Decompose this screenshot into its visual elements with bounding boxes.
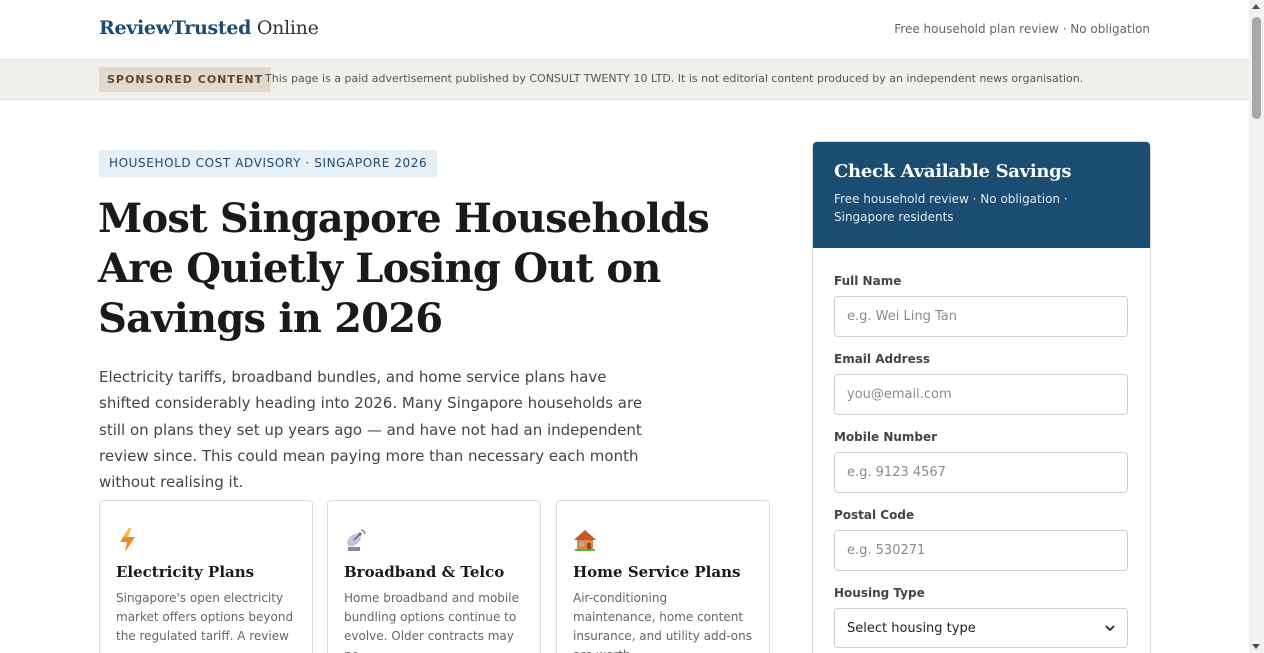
card-title: Electricity Plans	[116, 563, 255, 581]
savings-form-panel: Check Available Savings Free household r…	[812, 141, 1151, 653]
logo-brand: ReviewTrusted	[99, 17, 252, 39]
sponsored-disclosure-text: This page is a paid advertisement publis…	[265, 72, 1084, 85]
form-title: Check Available Savings	[834, 161, 1072, 182]
email-label: Email Address	[834, 352, 931, 366]
sponsored-disclosure-bar: SPONSORED CONTENT This page is a paid ad…	[0, 60, 1249, 100]
housing-type-selected: Select housing type	[847, 620, 976, 636]
card-home-service: Home Service Plans Air-conditioning main…	[556, 500, 770, 653]
site-logo[interactable]: ReviewTrusted Online	[99, 17, 319, 39]
postal-code-label: Postal Code	[834, 508, 915, 522]
satellite-dish-icon	[344, 527, 368, 553]
card-body: Air-conditioning maintenance, home conte…	[573, 591, 752, 653]
site-header: ReviewTrusted Online Free household plan…	[0, 0, 1249, 60]
scrollbar-thumb[interactable]	[1252, 17, 1261, 119]
scroll-down-icon[interactable]	[1252, 644, 1260, 649]
card-title: Broadband & Telco	[344, 563, 505, 581]
plan-cards: Electricity Plans Singapore's open elect…	[99, 500, 771, 653]
form-subtitle: Free household review · No obligation · …	[834, 192, 1068, 224]
email-field[interactable]	[834, 374, 1128, 415]
scroll-up-icon[interactable]	[1252, 4, 1260, 9]
card-body: Singapore's open electricity market offe…	[116, 591, 294, 643]
mobile-label: Mobile Number	[834, 430, 938, 444]
card-electricity: Electricity Plans Singapore's open elect…	[99, 500, 313, 653]
header-tagline: Free household plan review · No obligati…	[894, 22, 1150, 36]
house-icon	[573, 527, 597, 553]
sponsored-badge: SPONSORED CONTENT	[99, 67, 272, 92]
article-headline: Most Singapore Households Are Quietly Lo…	[98, 195, 710, 342]
card-broadband: Broadband & Telco Home broadband and mob…	[327, 500, 541, 653]
full-name-label: Full Name	[834, 274, 902, 288]
article-lede: Electricity tariffs, broadband bundles, …	[99, 368, 643, 492]
full-name-field[interactable]	[834, 296, 1128, 337]
lead-form: Full Name Email Address Mobile Number Po…	[813, 248, 1150, 648]
card-body: Home broadband and mobile bundling optio…	[344, 591, 519, 653]
mobile-field[interactable]	[834, 452, 1128, 493]
lightning-icon	[116, 527, 140, 553]
housing-type-label: Housing Type	[834, 586, 925, 600]
postal-code-field[interactable]	[834, 530, 1128, 571]
article-kicker: HOUSEHOLD COST ADVISORY · SINGAPORE 2026	[99, 150, 438, 177]
form-header: Check Available Savings Free household r…	[813, 142, 1150, 248]
housing-type-select[interactable]: Select housing type	[834, 608, 1128, 648]
card-title: Home Service Plans	[573, 563, 741, 581]
page-scrollbar[interactable]	[1249, 0, 1264, 653]
logo-suffix: Online	[256, 17, 319, 39]
chevron-down-icon	[1105, 621, 1115, 636]
